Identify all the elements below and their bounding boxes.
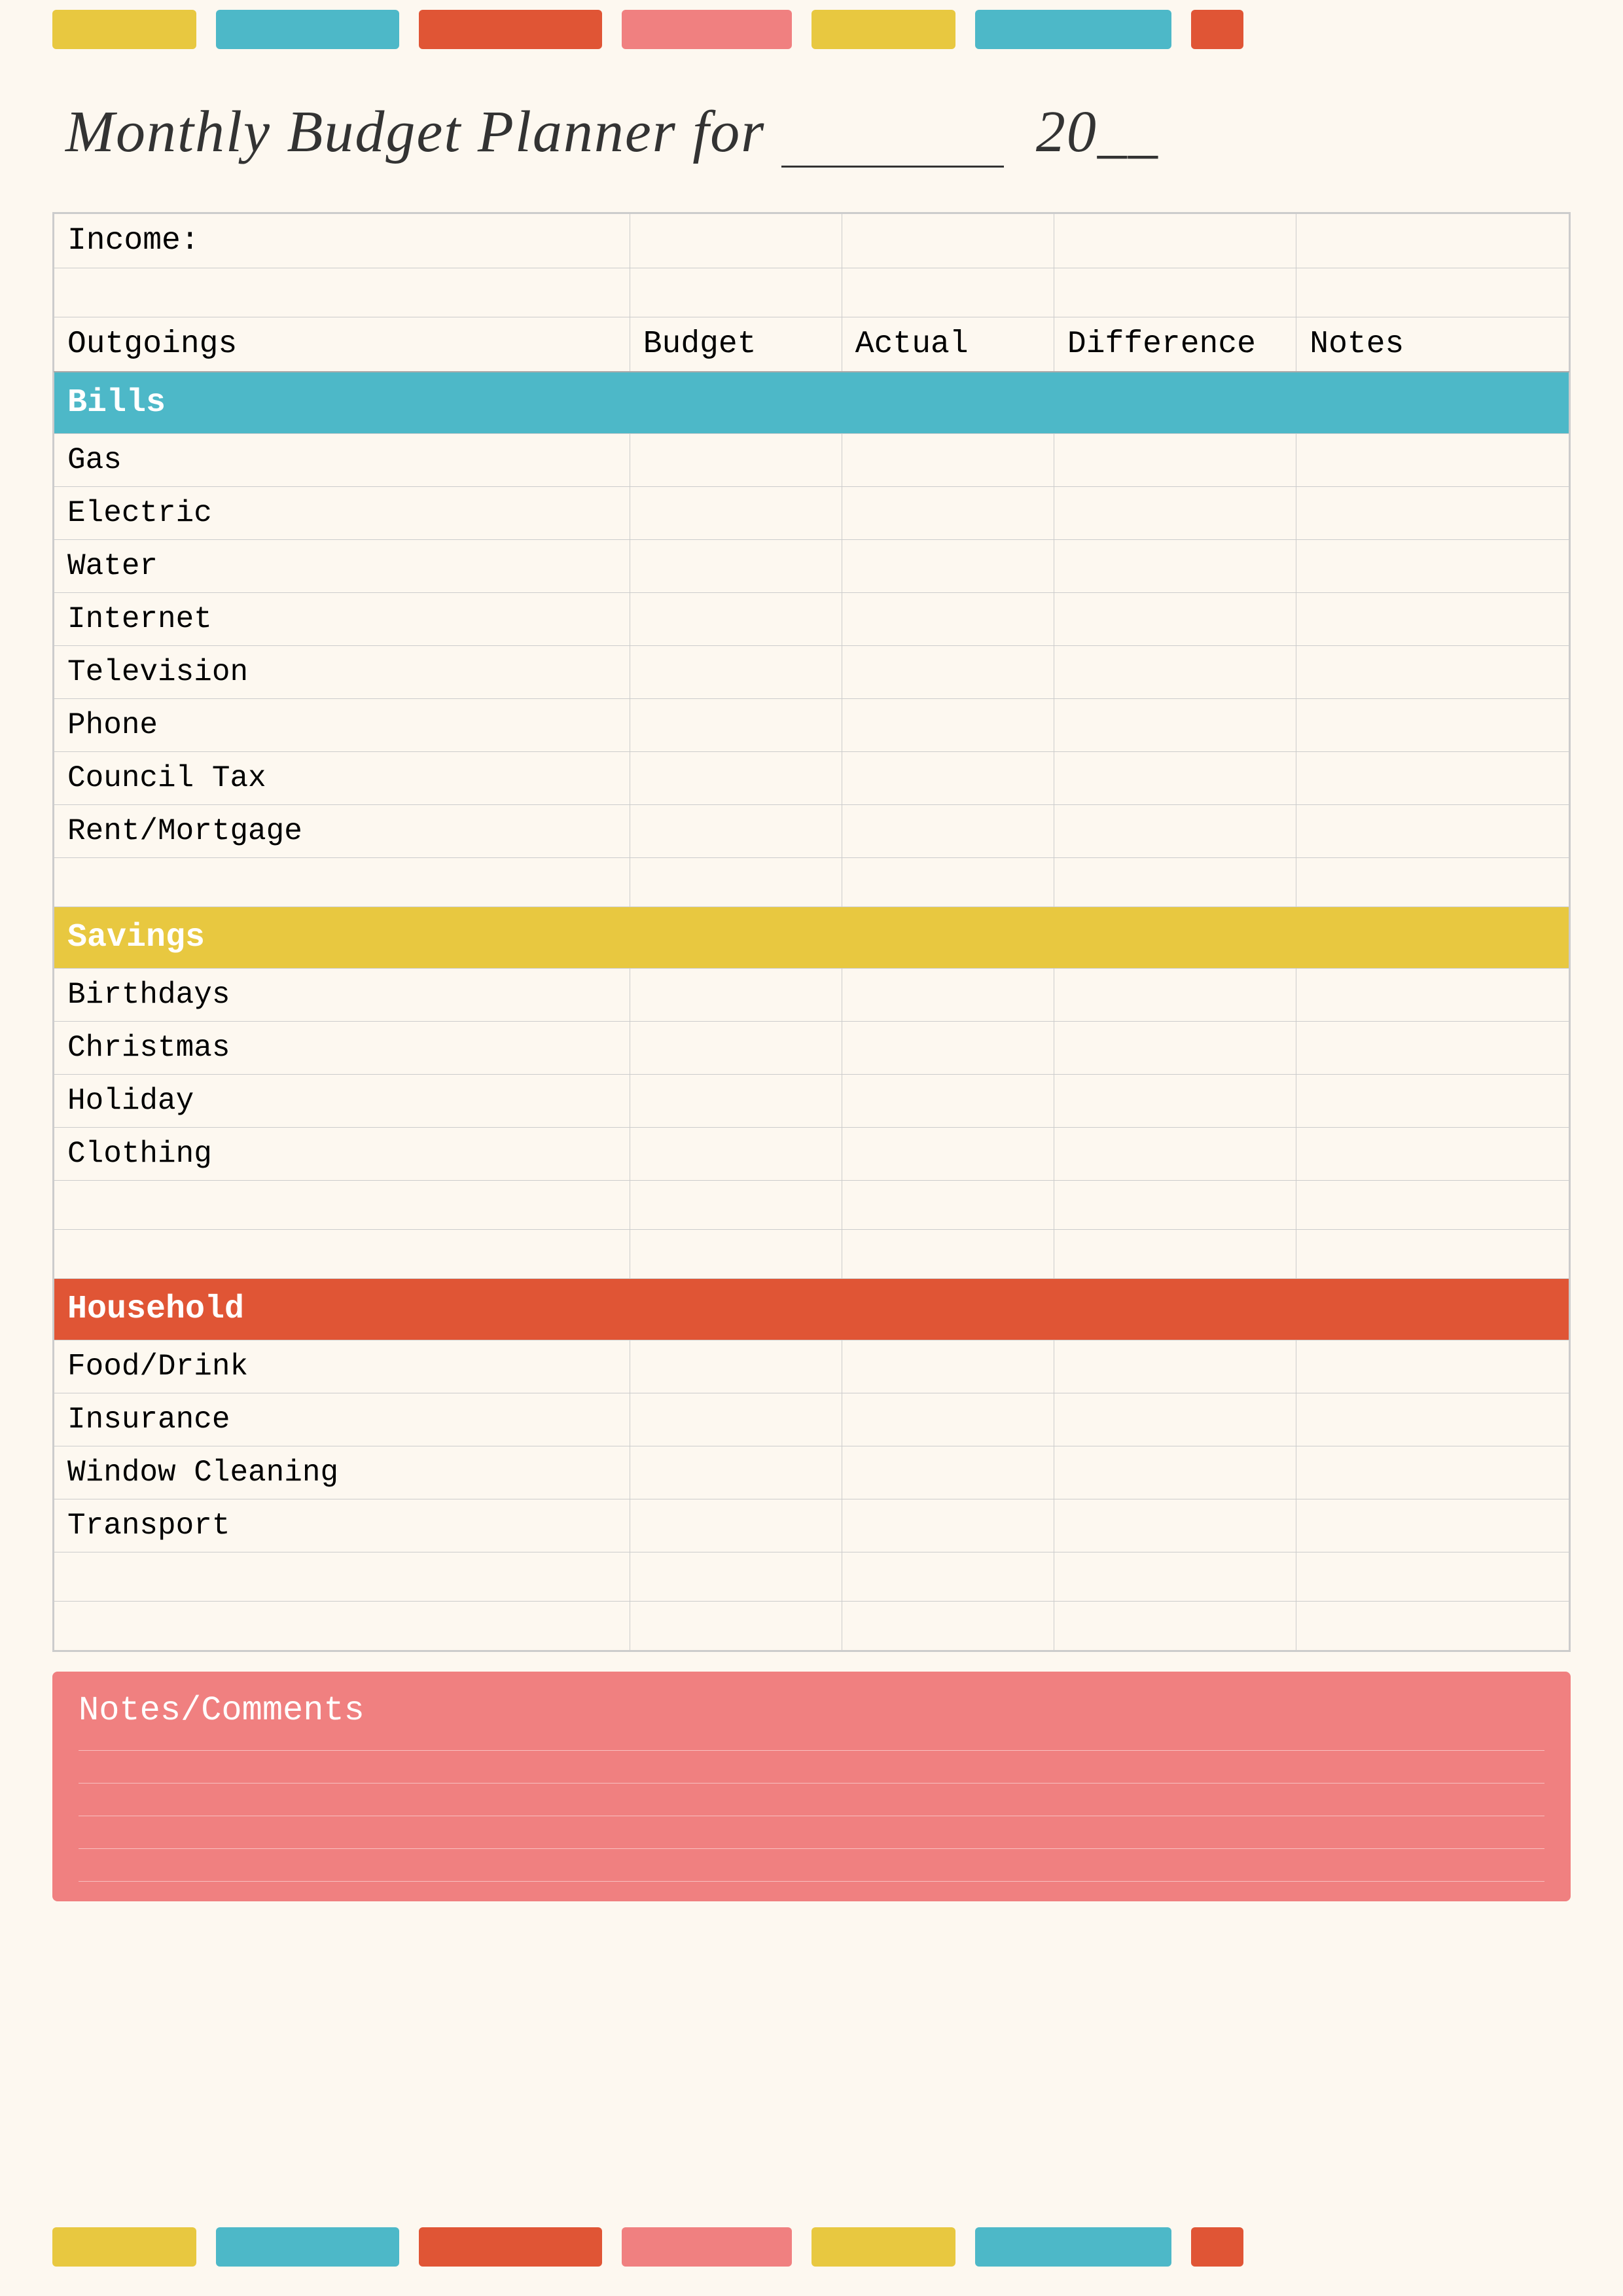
col-outgoings: Outgoings <box>54 317 630 372</box>
table-row: Electric <box>54 487 1569 540</box>
bar-yellow-1 <box>52 10 196 49</box>
notes-line <box>79 1880 1544 1882</box>
row-holiday: Holiday <box>54 1075 630 1128</box>
table-row: Clothing <box>54 1128 1569 1181</box>
bar-bottom-teal-1 <box>216 2227 399 2267</box>
notes-lines <box>79 1749 1544 1882</box>
table-row: Phone <box>54 699 1569 752</box>
spacer-row-2 <box>54 858 1569 907</box>
spacer-row-4 <box>54 1230 1569 1279</box>
table-row: Council Tax <box>54 752 1569 805</box>
spacer-row-1 <box>54 268 1569 317</box>
notes-line <box>79 1848 1544 1849</box>
table-row: Internet <box>54 593 1569 646</box>
savings-label: Savings <box>54 907 1569 969</box>
bar-yellow-2 <box>812 10 955 49</box>
table-row: Insurance <box>54 1393 1569 1446</box>
row-phone: Phone <box>54 699 630 752</box>
table-row: Water <box>54 540 1569 593</box>
spacer-row-5 <box>54 1552 1569 1602</box>
household-label: Household <box>54 1279 1569 1340</box>
page-title: Monthly Budget Planner for 20__ <box>65 99 1159 164</box>
top-color-bar <box>0 0 1623 59</box>
table-row: Rent/Mortgage <box>54 805 1569 858</box>
income-label: Income: <box>54 214 630 268</box>
notes-line <box>79 1815 1544 1816</box>
row-electric: Electric <box>54 487 630 540</box>
table-row: Transport <box>54 1499 1569 1552</box>
col-difference: Difference <box>1054 317 1296 372</box>
table-row: Holiday <box>54 1075 1569 1128</box>
bar-bottom-red-2 <box>1191 2227 1243 2267</box>
col-actual: Actual <box>842 317 1054 372</box>
row-window-cleaning: Window Cleaning <box>54 1446 630 1499</box>
bar-bottom-red-1 <box>419 2227 602 2267</box>
bar-pink-1 <box>622 10 792 49</box>
bills-label: Bills <box>54 372 1569 434</box>
table-row: Television <box>54 646 1569 699</box>
spacer-row-3 <box>54 1181 1569 1230</box>
bar-red-1 <box>419 10 602 49</box>
row-gas: Gas <box>54 434 630 487</box>
notes-title: Notes/Comments <box>79 1691 1544 1730</box>
col-budget: Budget <box>630 317 842 372</box>
table-row: Christmas <box>54 1022 1569 1075</box>
bar-bottom-yellow-1 <box>52 2227 196 2267</box>
notes-line <box>79 1749 1544 1751</box>
notes-line <box>79 1782 1544 1784</box>
bar-teal-2 <box>975 10 1171 49</box>
row-christmas: Christmas <box>54 1022 630 1075</box>
income-actual <box>842 214 1054 268</box>
bar-bottom-pink-1 <box>622 2227 792 2267</box>
table-row: Gas <box>54 434 1569 487</box>
bar-bottom-yellow-2 <box>812 2227 955 2267</box>
bar-red-2 <box>1191 10 1243 49</box>
bar-bottom-teal-2 <box>975 2227 1171 2267</box>
row-television: Television <box>54 646 630 699</box>
table-row: Birthdays <box>54 969 1569 1022</box>
bar-teal-1 <box>216 10 399 49</box>
bottom-color-bar <box>0 2217 1623 2276</box>
row-transport: Transport <box>54 1499 630 1552</box>
income-row: Income: <box>54 214 1569 268</box>
notes-section: Notes/Comments <box>52 1672 1571 1901</box>
column-headers: Outgoings Budget Actual Difference Notes <box>54 317 1569 372</box>
row-water: Water <box>54 540 630 593</box>
table-row: Food/Drink <box>54 1340 1569 1393</box>
income-notes <box>1296 214 1569 268</box>
row-clothing: Clothing <box>54 1128 630 1181</box>
income-budget <box>630 214 842 268</box>
income-difference <box>1054 214 1296 268</box>
row-birthdays: Birthdays <box>54 969 630 1022</box>
row-council-tax: Council Tax <box>54 752 630 805</box>
savings-header: Savings <box>54 907 1569 969</box>
row-rent-mortgage: Rent/Mortgage <box>54 805 630 858</box>
col-notes: Notes <box>1296 317 1569 372</box>
budget-table: Income: Outgoings Budget Actual Differen… <box>54 213 1569 1651</box>
title-area: Monthly Budget Planner for 20__ <box>0 59 1623 199</box>
table-row: Window Cleaning <box>54 1446 1569 1499</box>
bills-header: Bills <box>54 372 1569 434</box>
month-underline <box>781 98 1004 168</box>
row-food-drink: Food/Drink <box>54 1340 630 1393</box>
row-insurance: Insurance <box>54 1393 630 1446</box>
row-internet: Internet <box>54 593 630 646</box>
budget-table-container: Income: Outgoings Budget Actual Differen… <box>52 212 1571 1652</box>
spacer-row-6 <box>54 1602 1569 1651</box>
household-header: Household <box>54 1279 1569 1340</box>
